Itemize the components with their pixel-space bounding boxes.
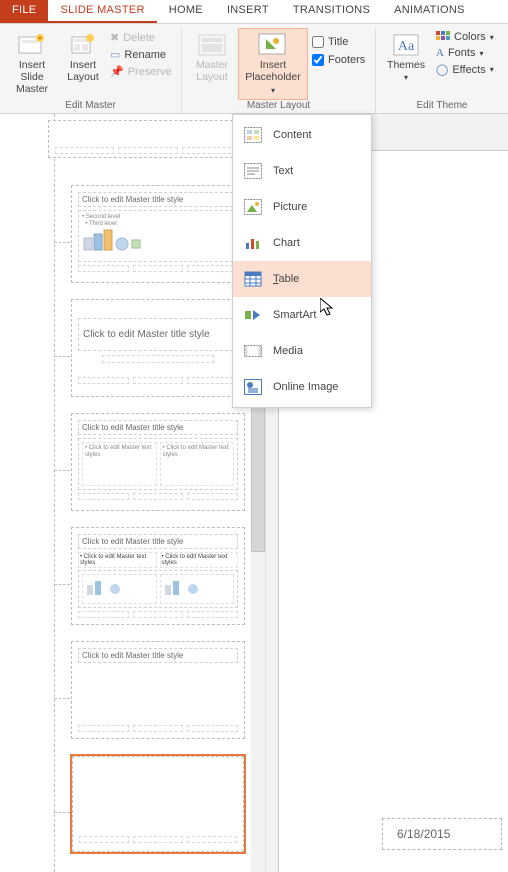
insert-layout-button[interactable]: Insert Layout (60, 28, 106, 100)
title-checkbox-row[interactable]: Title (310, 34, 367, 50)
chart-icon (243, 233, 263, 253)
dd-content[interactable]: Content (233, 117, 371, 153)
layout-thumb-3[interactable]: Click to edit Master title style • Click… (70, 412, 246, 512)
effects-label: Effects (452, 64, 485, 76)
layout-thumb-2[interactable]: Click to edit Master title style (70, 298, 246, 398)
delete-label: Delete (123, 32, 155, 44)
footers-checkbox-row[interactable]: Footers (310, 52, 367, 68)
svg-text:Aa: Aa (398, 39, 415, 54)
rename-icon: ▭ (110, 48, 120, 61)
fonts-button[interactable]: AFonts▾ (434, 46, 496, 60)
dd-online-image-label: Online Image (273, 381, 338, 393)
dd-smartart[interactable]: SmartArt (233, 297, 371, 333)
tab-file[interactable]: FILE (0, 0, 48, 23)
insert-placeholder-label: Insert Placeholder ▾ (243, 59, 303, 97)
layout-thumb-5[interactable]: Click to edit Master title style (70, 640, 246, 740)
footers-checkbox-label: Footers (328, 54, 365, 66)
content-icon (243, 125, 263, 145)
thumb-title-5: Click to edit Master title style (78, 648, 238, 663)
rename-label: Rename (124, 49, 166, 61)
preserve-button: 📌 Preserve (108, 64, 174, 79)
thumb-title-3: Click to edit Master title style (78, 420, 238, 435)
media-icon (243, 341, 263, 361)
dd-content-label: Content (273, 129, 312, 141)
tab-insert[interactable]: INSERT (215, 0, 281, 23)
insert-slide-master-label: Insert Slide Master (9, 59, 55, 95)
insert-placeholder-dropdown: Content Text Picture Chart Table SmartAr… (232, 114, 372, 408)
delete-button: ✖ Delete (108, 30, 174, 45)
group-edit-master: ✦ Insert Slide Master Insert Layout ✖ Del… (0, 28, 182, 113)
master-layout-button: Master Layout (186, 28, 238, 100)
dd-media[interactable]: Media (233, 333, 371, 369)
insert-slide-master-button[interactable]: ✦ Insert Slide Master (4, 28, 60, 100)
online-image-icon (243, 377, 263, 397)
themes-button[interactable]: Aa Themes▾ (380, 28, 432, 100)
dd-picture-label: Picture (273, 201, 307, 213)
dd-table-label: Table (273, 273, 299, 285)
effects-icon: ◯ (436, 63, 448, 76)
group-master-layout: Master Layout Insert Placeholder ▾ Title… (182, 28, 376, 113)
thumb-rail (54, 114, 55, 872)
effects-button[interactable]: ◯Effects▾ (434, 62, 496, 77)
fonts-icon: A (436, 47, 444, 59)
thumb-title-4: Click to edit Master title style (78, 534, 238, 549)
dd-chart[interactable]: Chart (233, 225, 371, 261)
ribbon: ✦ Insert Slide Master Insert Layout ✖ Del… (0, 24, 508, 114)
svg-text:✦: ✦ (37, 34, 44, 43)
text-icon (243, 161, 263, 181)
dd-text-label: Text (273, 165, 293, 177)
colors-icon (436, 31, 450, 43)
title-checkbox-label: Title (328, 36, 348, 48)
dd-online-image[interactable]: Online Image (233, 369, 371, 405)
layout-thumb-6[interactable] (70, 754, 246, 854)
date-placeholder[interactable]: 6/18/2015 (382, 818, 502, 850)
tab-transitions[interactable]: TRANSITIONS (281, 0, 382, 23)
thumb-title-1: Click to edit Master title style (78, 192, 238, 207)
dd-media-label: Media (273, 345, 303, 357)
fonts-label: Fonts (448, 47, 476, 59)
group-edit-master-label: Edit Master (4, 100, 177, 113)
ribbon-tabs: FILE SLIDE MASTER HOME INSERT TRANSITION… (0, 0, 508, 24)
dd-chart-label: Chart (273, 237, 300, 249)
delete-icon: ✖ (110, 31, 119, 44)
group-edit-theme: Aa Themes▾ Colors▾ AFonts▾ ◯Effects▾ Edi… (376, 28, 508, 113)
picture-icon (243, 197, 263, 217)
smartart-icon (243, 305, 263, 325)
title-checkbox[interactable] (312, 36, 324, 48)
tab-slide-master[interactable]: SLIDE MASTER (48, 0, 156, 23)
themes-label: Themes▾ (387, 59, 425, 84)
footers-checkbox[interactable] (312, 54, 324, 66)
layout-thumb-4[interactable]: Click to edit Master title style • Click… (70, 526, 246, 626)
master-layout-label: Master Layout (191, 59, 233, 83)
dd-text[interactable]: Text (233, 153, 371, 189)
group-master-layout-label: Master Layout (186, 100, 371, 113)
dd-picture[interactable]: Picture (233, 189, 371, 225)
thumbnails-pane[interactable]: Click to edit Master title style • Secon… (0, 114, 266, 872)
preserve-label: Preserve (128, 66, 172, 78)
rename-button[interactable]: ▭ Rename (108, 47, 174, 62)
dd-smartart-label: SmartArt (273, 309, 316, 321)
colors-button[interactable]: Colors▾ (434, 30, 496, 44)
tab-home[interactable]: HOME (157, 0, 215, 23)
insert-layout-label: Insert Layout (65, 59, 101, 83)
insert-placeholder-button[interactable]: Insert Placeholder ▾ (238, 28, 308, 100)
dd-table[interactable]: Table (233, 261, 371, 297)
master-thumb[interactable] (48, 120, 248, 158)
thumb-title-2: Click to edit Master title style (78, 318, 238, 351)
group-edit-theme-label: Edit Theme (380, 100, 504, 113)
colors-label: Colors (454, 31, 486, 43)
preserve-icon: 📌 (110, 65, 124, 78)
layout-thumb-1[interactable]: Click to edit Master title style • Secon… (70, 184, 246, 284)
table-icon (243, 269, 263, 289)
tab-animations[interactable]: ANIMATIONS (382, 0, 477, 23)
